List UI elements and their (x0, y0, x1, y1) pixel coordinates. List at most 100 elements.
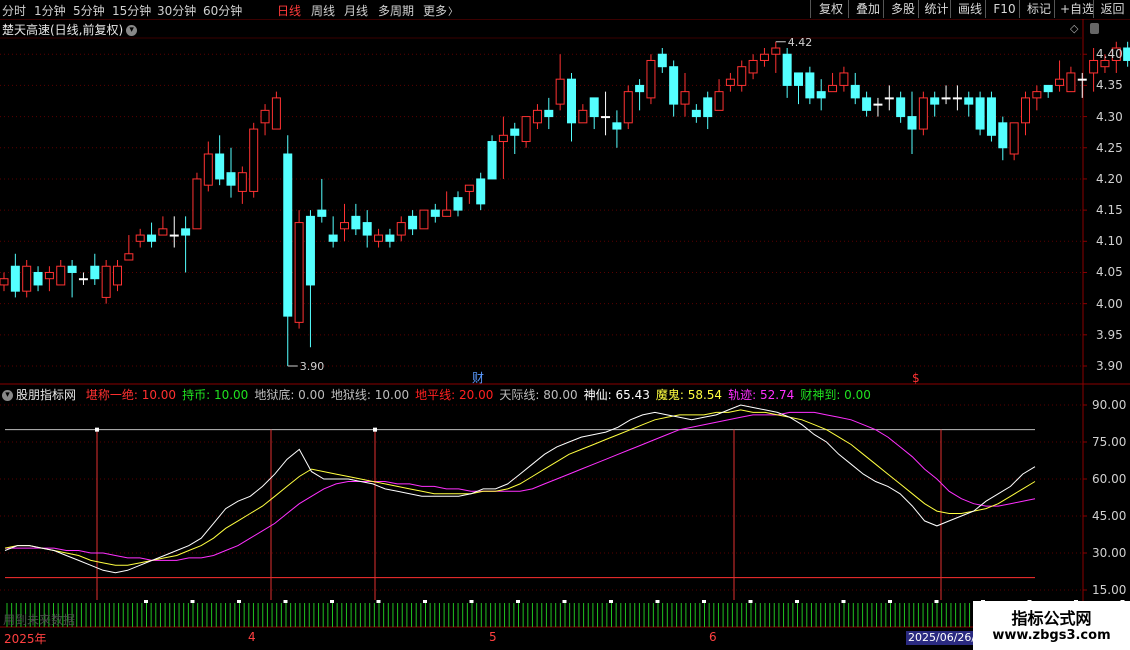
candlestick (669, 60, 679, 117)
candle-body (33, 271, 43, 286)
candle-body (44, 271, 54, 280)
price-tick-label: 4.10 (1096, 234, 1123, 249)
candlestick (691, 104, 701, 123)
bottom-bar-cap (330, 600, 334, 603)
candlestick (396, 216, 406, 242)
price-tick-label: 4.30 (1096, 109, 1123, 124)
candle-body (78, 278, 88, 281)
candlestick (805, 66, 815, 105)
candle-body (22, 265, 32, 292)
candlestick (10, 253, 20, 298)
candle-body (941, 97, 951, 100)
candle-body (419, 209, 429, 230)
bottom-bar-cap (655, 600, 660, 603)
candle-body (351, 215, 361, 230)
candle-body (657, 53, 667, 68)
candlestick (907, 91, 917, 154)
candle-body (930, 97, 940, 105)
candle-body (1043, 84, 1053, 93)
price-tick-label: 4.35 (1096, 78, 1123, 93)
candle-body (601, 116, 611, 119)
candle-body (544, 109, 554, 118)
candle-body (340, 222, 349, 230)
candle-body (1009, 122, 1019, 155)
candlestick (941, 85, 951, 105)
candle-body (430, 209, 440, 217)
candle-body (1021, 97, 1030, 124)
bottom-bar-cap (888, 600, 892, 603)
future-data-hint: 用到未来数据 (3, 613, 76, 627)
candlestick (850, 72, 860, 105)
candle-body (918, 97, 928, 130)
bottom-bar-series (6, 600, 1125, 627)
candlestick (362, 210, 372, 248)
candlestick (56, 260, 66, 286)
price-tick-label: 3.90 (1096, 359, 1123, 373)
candlestick (771, 41, 781, 73)
x-label-month-5: 5 (489, 630, 497, 644)
candle-body (362, 222, 372, 236)
dividend-marker: $ (912, 371, 920, 385)
price-tick-label: 4.20 (1096, 171, 1123, 186)
candlestick (635, 79, 645, 111)
candle-body (374, 234, 384, 242)
price-tick-label: 4.25 (1096, 140, 1123, 155)
candle-body (124, 253, 134, 261)
bottom-bar-cap (562, 600, 567, 603)
bottom-bar-cap (144, 600, 148, 603)
candle-body (1055, 78, 1065, 86)
candlestick (544, 97, 554, 130)
candlestick (442, 191, 452, 217)
candle-body (759, 53, 769, 61)
candle-body (816, 91, 826, 99)
chart-canvas: 4.42 3.90 财 $ (0, 19, 1130, 628)
candlestick (22, 260, 32, 298)
candle-body (67, 265, 77, 273)
candlestick (453, 191, 463, 217)
candlestick (226, 147, 236, 198)
price-tick-label: 4.00 (1096, 296, 1123, 311)
panel-toggle-icon[interactable] (1090, 23, 1099, 34)
candlestick (1123, 41, 1130, 67)
candlestick (113, 260, 122, 292)
candlestick (1055, 60, 1065, 92)
candlestick (271, 91, 281, 130)
candlestick (192, 172, 202, 230)
candlestick (158, 216, 168, 236)
candlestick (725, 72, 735, 92)
candle-body (260, 109, 270, 124)
candle-body (147, 234, 157, 242)
candlestick (147, 222, 157, 248)
candlestick (1066, 66, 1076, 93)
candlestick (714, 79, 724, 111)
price-tick-label: 4.05 (1096, 265, 1123, 280)
candlestick (748, 54, 758, 80)
candle-body (317, 209, 327, 217)
candle-body (680, 91, 690, 105)
candle-body (635, 84, 645, 93)
indicator-tick-label: 30.00 (1092, 546, 1127, 560)
candle-body (408, 215, 418, 230)
candle-body (589, 97, 599, 118)
candle-body (578, 109, 588, 124)
candle-body (669, 66, 679, 105)
candle-body (169, 234, 179, 237)
candlestick (918, 91, 928, 136)
bottom-bar-cap (469, 600, 474, 603)
candlestick (1009, 122, 1019, 161)
candlestick (794, 72, 803, 105)
candlestick (135, 228, 145, 248)
candlestick (340, 203, 349, 242)
candle-body (294, 222, 304, 323)
candlestick (44, 266, 54, 292)
candlestick (930, 91, 940, 117)
candlestick (385, 228, 395, 248)
candlestick (998, 116, 1008, 161)
candle-body (737, 66, 747, 86)
price-tick-label: 4.40 (1096, 47, 1123, 62)
bottom-bar-cap (795, 600, 799, 603)
diamond-icon[interactable]: ◇ (1070, 22, 1078, 35)
candlestick (260, 104, 270, 136)
candlestick (521, 116, 531, 148)
candlestick (1021, 91, 1030, 136)
